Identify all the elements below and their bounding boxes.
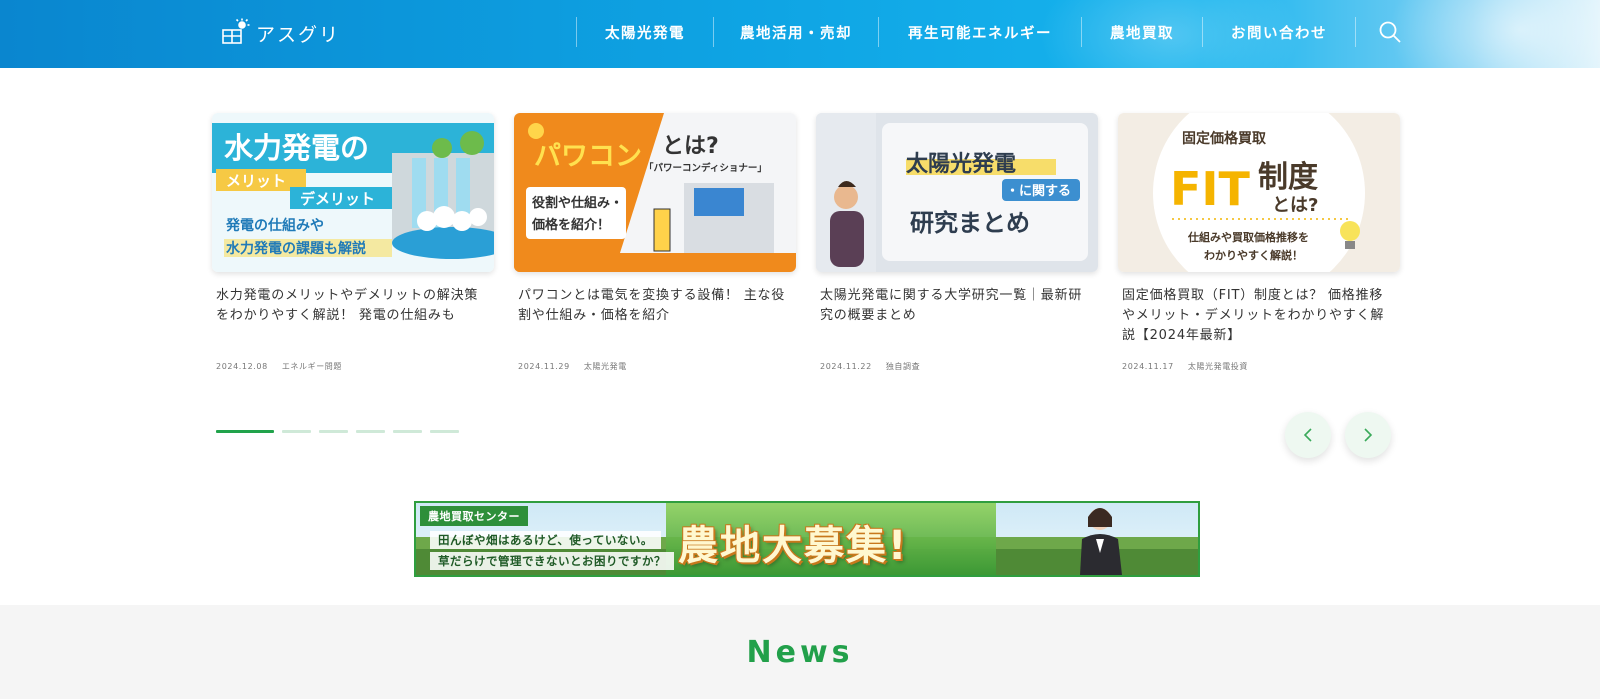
nav-item-farmland-purchase[interactable]: 農地買取 [1082,22,1202,43]
thumb-heading: 研究まとめ [910,209,1030,237]
pagination-dot[interactable] [282,430,311,433]
thumb-badge: デメリット [300,190,375,208]
article-meta: 2024.11.22 独自調査 [820,361,920,372]
thumb-heading: とは? [662,134,719,159]
site-logo[interactable]: アスグリ [220,18,340,48]
thumb-subtext: 仕組みや買取価格推移を [1187,230,1309,244]
thumb-heading: パワコン [534,141,642,172]
thumb-subtext: とは? [1272,195,1318,216]
article-title[interactable]: パワコンとは電気を変換する設備！ 主な役割や仕組み・価格を紹介 [518,286,792,348]
thumb-heading: FIT [1170,162,1251,216]
search-icon [1379,21,1401,43]
thumb-heading: 太陽光発電 [906,152,1016,177]
article-thumbnail[interactable]: 水力発電の メリット デメリット 発電の仕組みや 水力発電の課題も解説 [212,113,494,272]
pagination-dot[interactable] [393,430,422,433]
article-category[interactable]: 独自調査 [886,362,920,371]
pagination-dot-active[interactable] [216,430,274,433]
nav-item-renewable-energy[interactable]: 再生可能エネルギー [879,22,1081,43]
pagination-dot[interactable] [319,430,348,433]
carousel-next-button[interactable] [1345,412,1391,458]
article-date: 2024.11.22 [820,362,872,371]
carousel-pagination [216,430,459,433]
chevron-left-icon [1303,428,1312,442]
chevron-right-icon [1364,428,1373,442]
pagination-dot[interactable] [356,430,385,433]
article-meta: 2024.12.08 エネルギー問題 [216,361,342,372]
banner-subtext: 草だらけで管理できないとお困りですか？ [430,552,674,570]
article-meta: 2024.11.17 太陽光発電投資 [1122,361,1248,372]
news-heading: News [746,635,854,670]
article-thumbnail[interactable]: 太陽光発電 ・に関する 研究まとめ [816,113,1098,272]
global-nav: 太陽光発電 農地活用・売却 再生可能エネルギー 農地買取 お問い合わせ [576,17,1356,47]
nav-item-farmland-use[interactable]: 農地活用・売却 [714,22,878,43]
thumb-subtext: 「パワーコンディショナー」 [644,162,767,174]
carousel-prev-button[interactable] [1285,412,1331,458]
thumb-heading: 制度 [1258,160,1318,195]
article-card[interactable]: 太陽光発電 ・に関する 研究まとめ 太陽光発電に関する大学研究一覧｜最新研究の概… [816,113,1098,371]
thumb-badge: ・に関する [1006,184,1071,199]
article-card[interactable]: 固定価格買取 FIT 制度 とは? 仕組みや買取価格推移を わかりやすく解説！ … [1118,113,1400,371]
thumb-subtext: 固定価格買取 [1182,130,1267,147]
header-cloud-decoration [1390,0,1600,68]
article-category[interactable]: 太陽光発電 [584,362,627,371]
article-meta: 2024.11.29 太陽光発電 [518,361,627,372]
article-date: 2024.11.17 [1122,362,1174,371]
article-category[interactable]: エネルギー問題 [282,362,342,371]
article-date: 2024.12.08 [216,362,268,371]
nav-item-contact[interactable]: お問い合わせ [1203,22,1355,43]
nav-item-solar[interactable]: 太陽光発電 [577,22,713,43]
thumb-subtext: わかりやすく解説！ [1204,248,1303,262]
article-thumbnail[interactable]: 固定価格買取 FIT 制度 とは? 仕組みや買取価格推移を わかりやすく解説！ [1118,113,1400,272]
pagination-dot[interactable] [430,430,459,433]
thumb-subtext: 発電の仕組みや [225,217,324,234]
article-card[interactable]: 水力発電の メリット デメリット 発電の仕組みや 水力発電の課題も解説 水力発電… [212,113,494,371]
article-thumbnail[interactable]: パワコン とは? 「パワーコンディショナー」 役割や仕組み・ 価格を紹介！ [514,113,796,272]
article-title[interactable]: 固定価格買取（FIT）制度とは？ 価格推移やメリット・デメリットをわかりやすく解… [1122,286,1396,348]
article-category[interactable]: 太陽光発電投資 [1188,362,1248,371]
search-button[interactable] [1378,20,1402,44]
article-title[interactable]: 水力発電のメリットやデメリットの解決策をわかりやすく解説！ 発電の仕組みも [216,286,490,348]
banner-tag: 農地買取センター [420,506,528,526]
article-card[interactable]: パワコン とは? 「パワーコンディショナー」 役割や仕組み・ 価格を紹介！ パワ… [514,113,796,371]
thumb-subtext: 水力発電の課題も解説 [226,240,366,257]
article-title[interactable]: 太陽光発電に関する大学研究一覧｜最新研究の概要まとめ [820,286,1094,348]
article-date: 2024.11.29 [518,362,570,371]
logo-text: アスグリ [256,23,341,46]
news-section: News [0,605,1600,699]
nav-divider [1355,17,1356,47]
thumb-subtext: 役割や仕組み・ [532,195,623,211]
site-header: アスグリ 太陽光発電 農地活用・売却 再生可能エネルギー 農地買取 お問い合わせ [0,0,1600,68]
banner-subtext: 田んぼや畑はあるけど、使っていない。 [430,531,661,549]
farmland-recruitment-banner[interactable]: 農地買取センター 田んぼや畑はあるけど、使っていない。 草だらけで管理できないと… [414,501,1200,577]
solar-house-logo-icon [222,18,250,44]
thumb-subtext: 価格を紹介！ [531,217,610,233]
thumb-heading: 水力発電の [224,131,369,165]
banner-headline: 農地大募集! [678,523,909,569]
thumb-badge: メリット [226,172,286,190]
